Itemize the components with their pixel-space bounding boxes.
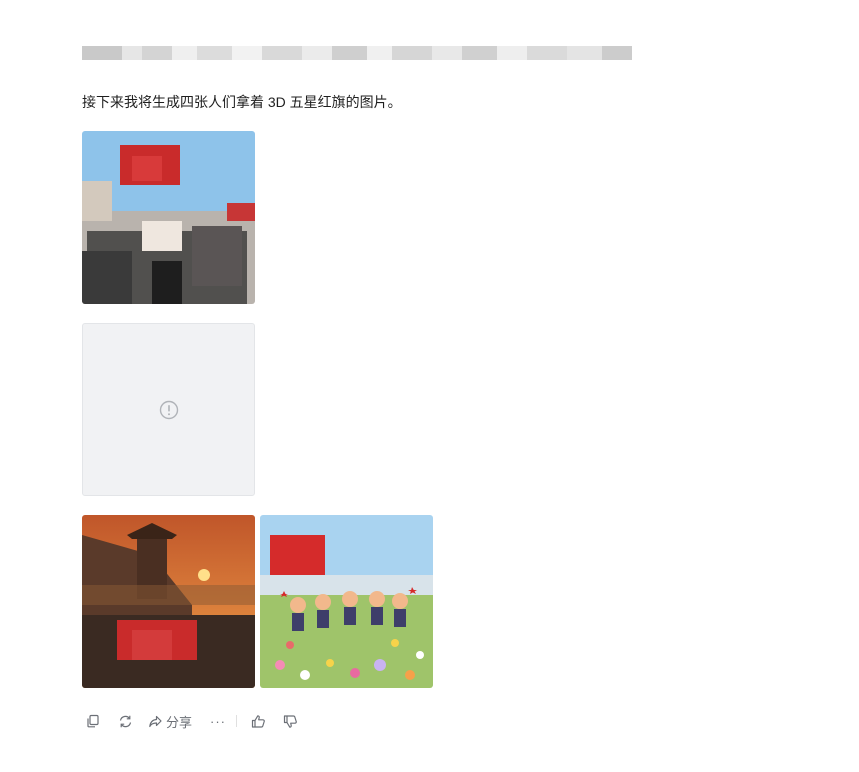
dislike-button[interactable] — [279, 709, 301, 733]
error-icon — [159, 400, 178, 419]
copy-icon — [87, 714, 99, 728]
thumbs-up-icon — [251, 714, 265, 728]
share-button[interactable]: 分享 — [148, 709, 192, 733]
copy-button[interactable] — [82, 709, 104, 733]
generated-image-3[interactable] — [82, 515, 255, 688]
generated-image-4[interactable] — [260, 515, 433, 688]
like-button[interactable] — [247, 709, 269, 733]
regenerate-button[interactable] — [114, 709, 136, 733]
toolbar-divider — [236, 715, 238, 727]
redacted-text-line — [82, 46, 662, 60]
generated-image-1[interactable] — [82, 131, 255, 304]
message-action-toolbar: 分享 ··· — [82, 709, 301, 733]
share-label: 分享 — [166, 714, 193, 730]
image-4-canvas — [260, 515, 433, 688]
image-1-canvas — [82, 131, 255, 304]
share-icon — [149, 715, 162, 727]
image-3-canvas — [82, 515, 255, 688]
thumbs-down-icon — [283, 714, 297, 728]
failed-image-placeholder — [82, 323, 255, 496]
refresh-icon — [119, 715, 131, 727]
more-label: ··· — [210, 713, 227, 729]
more-button[interactable]: ··· — [210, 709, 226, 733]
intro-text: 接下来我将生成四张人们拿着 3D 五星红旗的图片。 — [82, 94, 402, 110]
